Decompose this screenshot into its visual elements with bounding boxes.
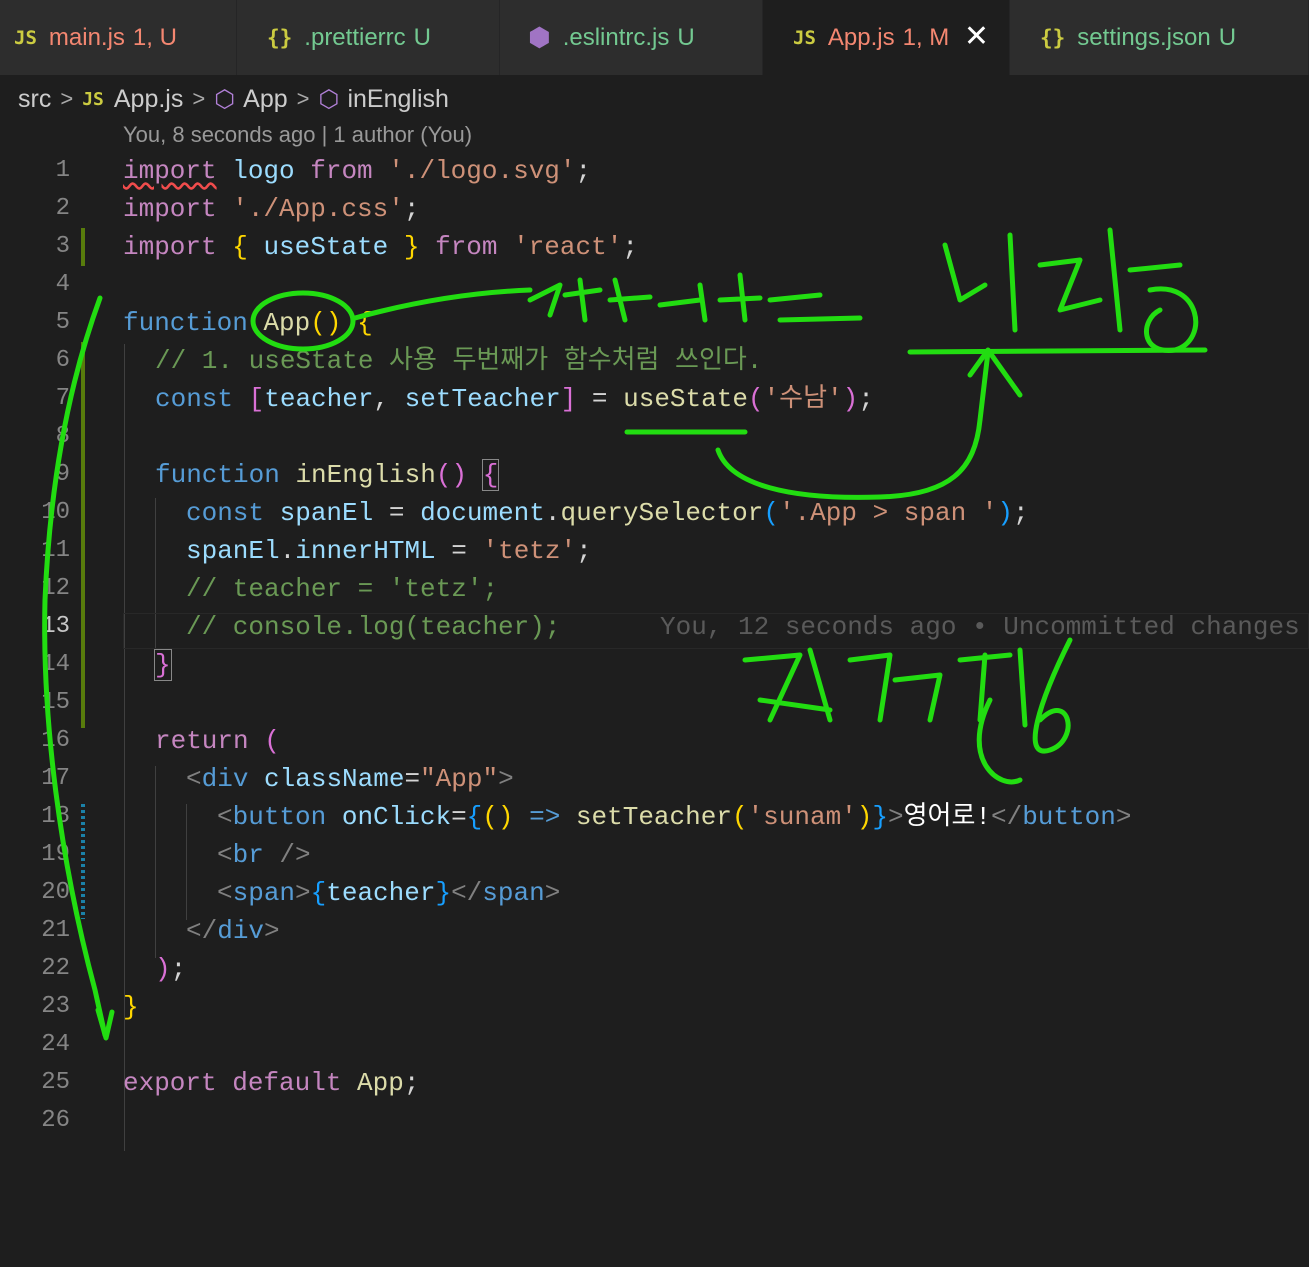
connector-stroke: [352, 287, 533, 321]
handwritten-annotations: [42, 227, 1208, 1041]
arrow-head: [967, 347, 1023, 398]
handwritten-scribble: [527, 272, 863, 323]
curved-arrow-stroke: [715, 349, 991, 500]
app-circle: [250, 290, 356, 352]
handwritten-scribble: [742, 637, 1073, 785]
vertical-arrow-stroke: [42, 295, 108, 1038]
handwritten-scribble: [942, 227, 1199, 353]
